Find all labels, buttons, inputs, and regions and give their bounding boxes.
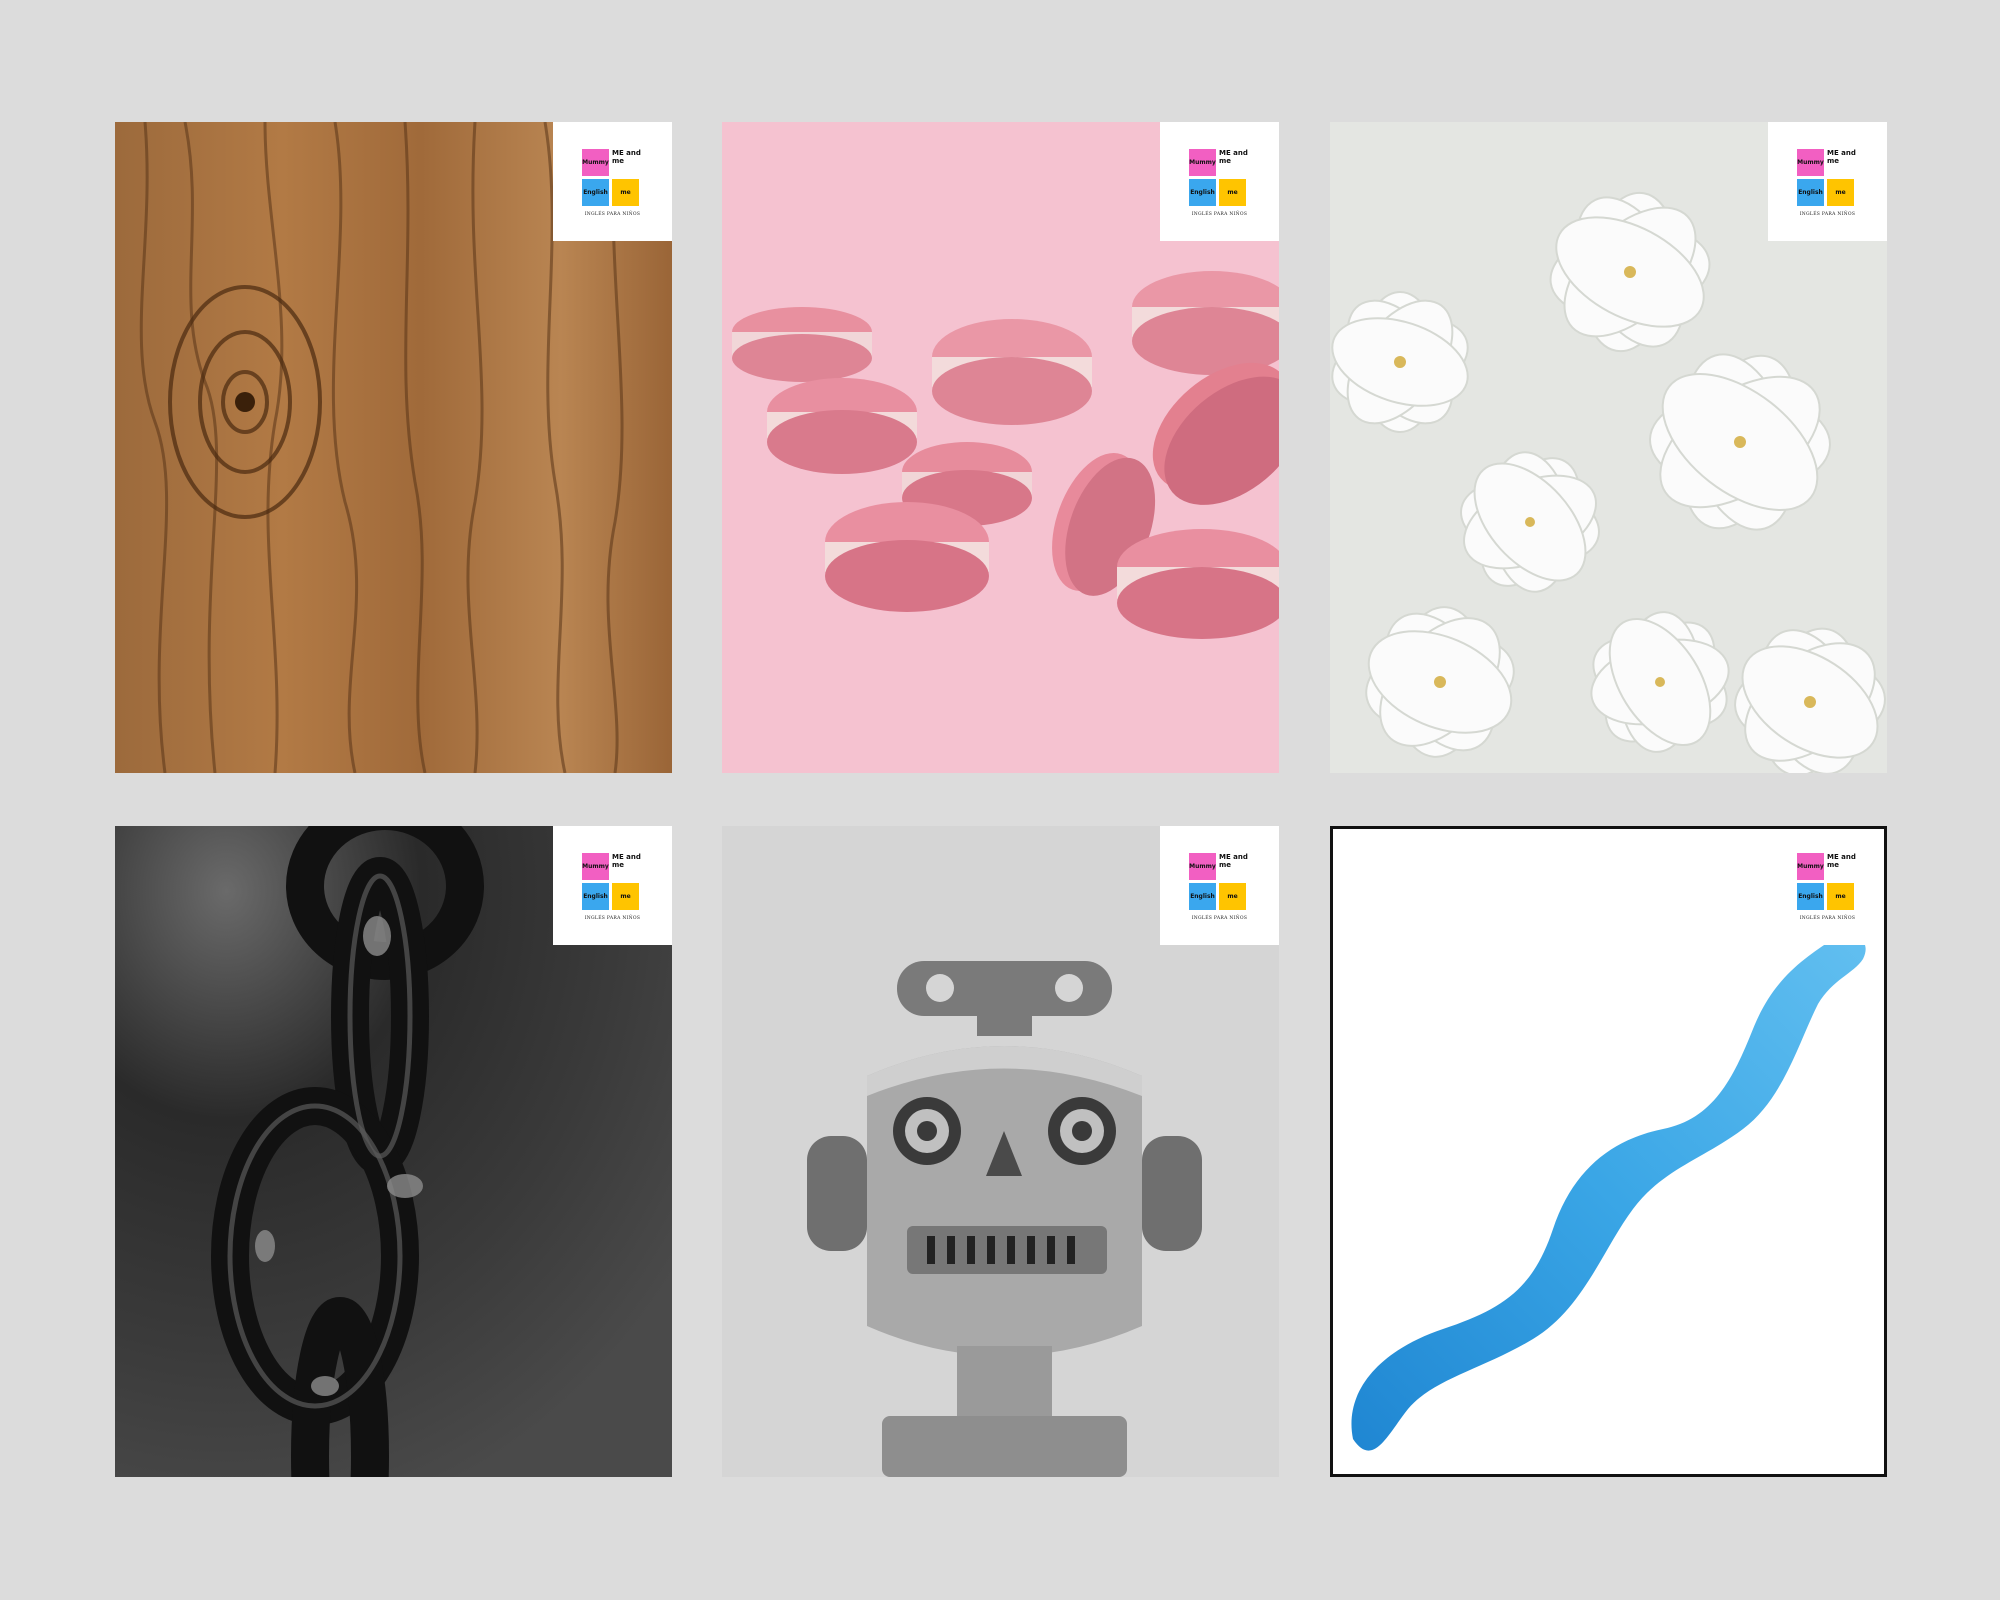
- logo-yellow-square: me: [1827, 179, 1854, 206]
- logo-yellow-square: me: [1219, 883, 1246, 910]
- logo-tagline: INGLÉS PARA NIÑOS: [584, 916, 641, 921]
- logo-blue-square: English: [1797, 179, 1824, 206]
- logo-pink-square: Mummy: [582, 853, 609, 880]
- mood-board-grid: Mummy ME and me English me INGLÉS PARA N…: [0, 0, 2000, 1600]
- logo-tagline: INGLÉS PARA NIÑOS: [1799, 916, 1856, 921]
- logo-pink-square: Mummy: [582, 149, 609, 176]
- logo-blue-square: English: [582, 883, 609, 910]
- brand-logo[interactable]: Mummy ME and me English me INGLÉS PARA N…: [1160, 826, 1279, 945]
- card-macarons[interactable]: Mummy ME and me English me INGLÉS PARA N…: [722, 122, 1279, 773]
- logo-yellow-square: me: [1827, 883, 1854, 910]
- logo-me-and-me: ME and me: [612, 853, 641, 869]
- logo-yellow-square: me: [612, 179, 639, 206]
- brand-logo[interactable]: Mummy ME and me English me INGLÉS PARA N…: [553, 122, 672, 241]
- logo-me-and-me: ME and me: [1219, 149, 1248, 165]
- logo-tagline: INGLÉS PARA NIÑOS: [1191, 916, 1248, 921]
- logo-me-and-me: ME and me: [1219, 853, 1248, 869]
- brand-logo[interactable]: Mummy ME and me English me INGLÉS PARA N…: [1768, 122, 1887, 241]
- logo-tagline: INGLÉS PARA NIÑOS: [584, 212, 641, 217]
- brand-logo[interactable]: Mummy ME and me English me INGLÉS PARA N…: [553, 826, 672, 945]
- logo-blue-square: English: [1189, 179, 1216, 206]
- logo-yellow-square: me: [1219, 179, 1246, 206]
- logo-tagline: INGLÉS PARA NIÑOS: [1799, 212, 1856, 217]
- card-robot[interactable]: Mummy ME and me English me INGLÉS PARA N…: [722, 826, 1279, 1477]
- logo-me-and-me: ME and me: [612, 149, 641, 165]
- logo-me-and-me: ME and me: [1827, 149, 1856, 165]
- logo-me-and-me: ME and me: [1827, 853, 1856, 869]
- logo-blue-square: English: [1189, 883, 1216, 910]
- brand-logo[interactable]: Mummy ME and me English me INGLÉS PARA N…: [1160, 122, 1279, 241]
- brand-logo[interactable]: Mummy ME and me English me INGLÉS PARA N…: [1768, 829, 1884, 945]
- card-white-flowers[interactable]: Mummy ME and me English me INGLÉS PARA N…: [1330, 122, 1887, 773]
- logo-blue-square: English: [582, 179, 609, 206]
- logo-yellow-square: me: [612, 883, 639, 910]
- logo-pink-square: Mummy: [1189, 853, 1216, 880]
- logo-tagline: INGLÉS PARA NIÑOS: [1191, 212, 1248, 217]
- card-chain[interactable]: Mummy ME and me English me INGLÉS PARA N…: [115, 826, 672, 1477]
- logo-pink-square: Mummy: [1797, 149, 1824, 176]
- card-watercolor-wave[interactable]: Mummy ME and me English me INGLÉS PARA N…: [1330, 826, 1887, 1477]
- card-wood[interactable]: Mummy ME and me English me INGLÉS PARA N…: [115, 122, 672, 773]
- logo-pink-square: Mummy: [1797, 853, 1824, 880]
- logo-pink-square: Mummy: [1189, 149, 1216, 176]
- logo-blue-square: English: [1797, 883, 1824, 910]
